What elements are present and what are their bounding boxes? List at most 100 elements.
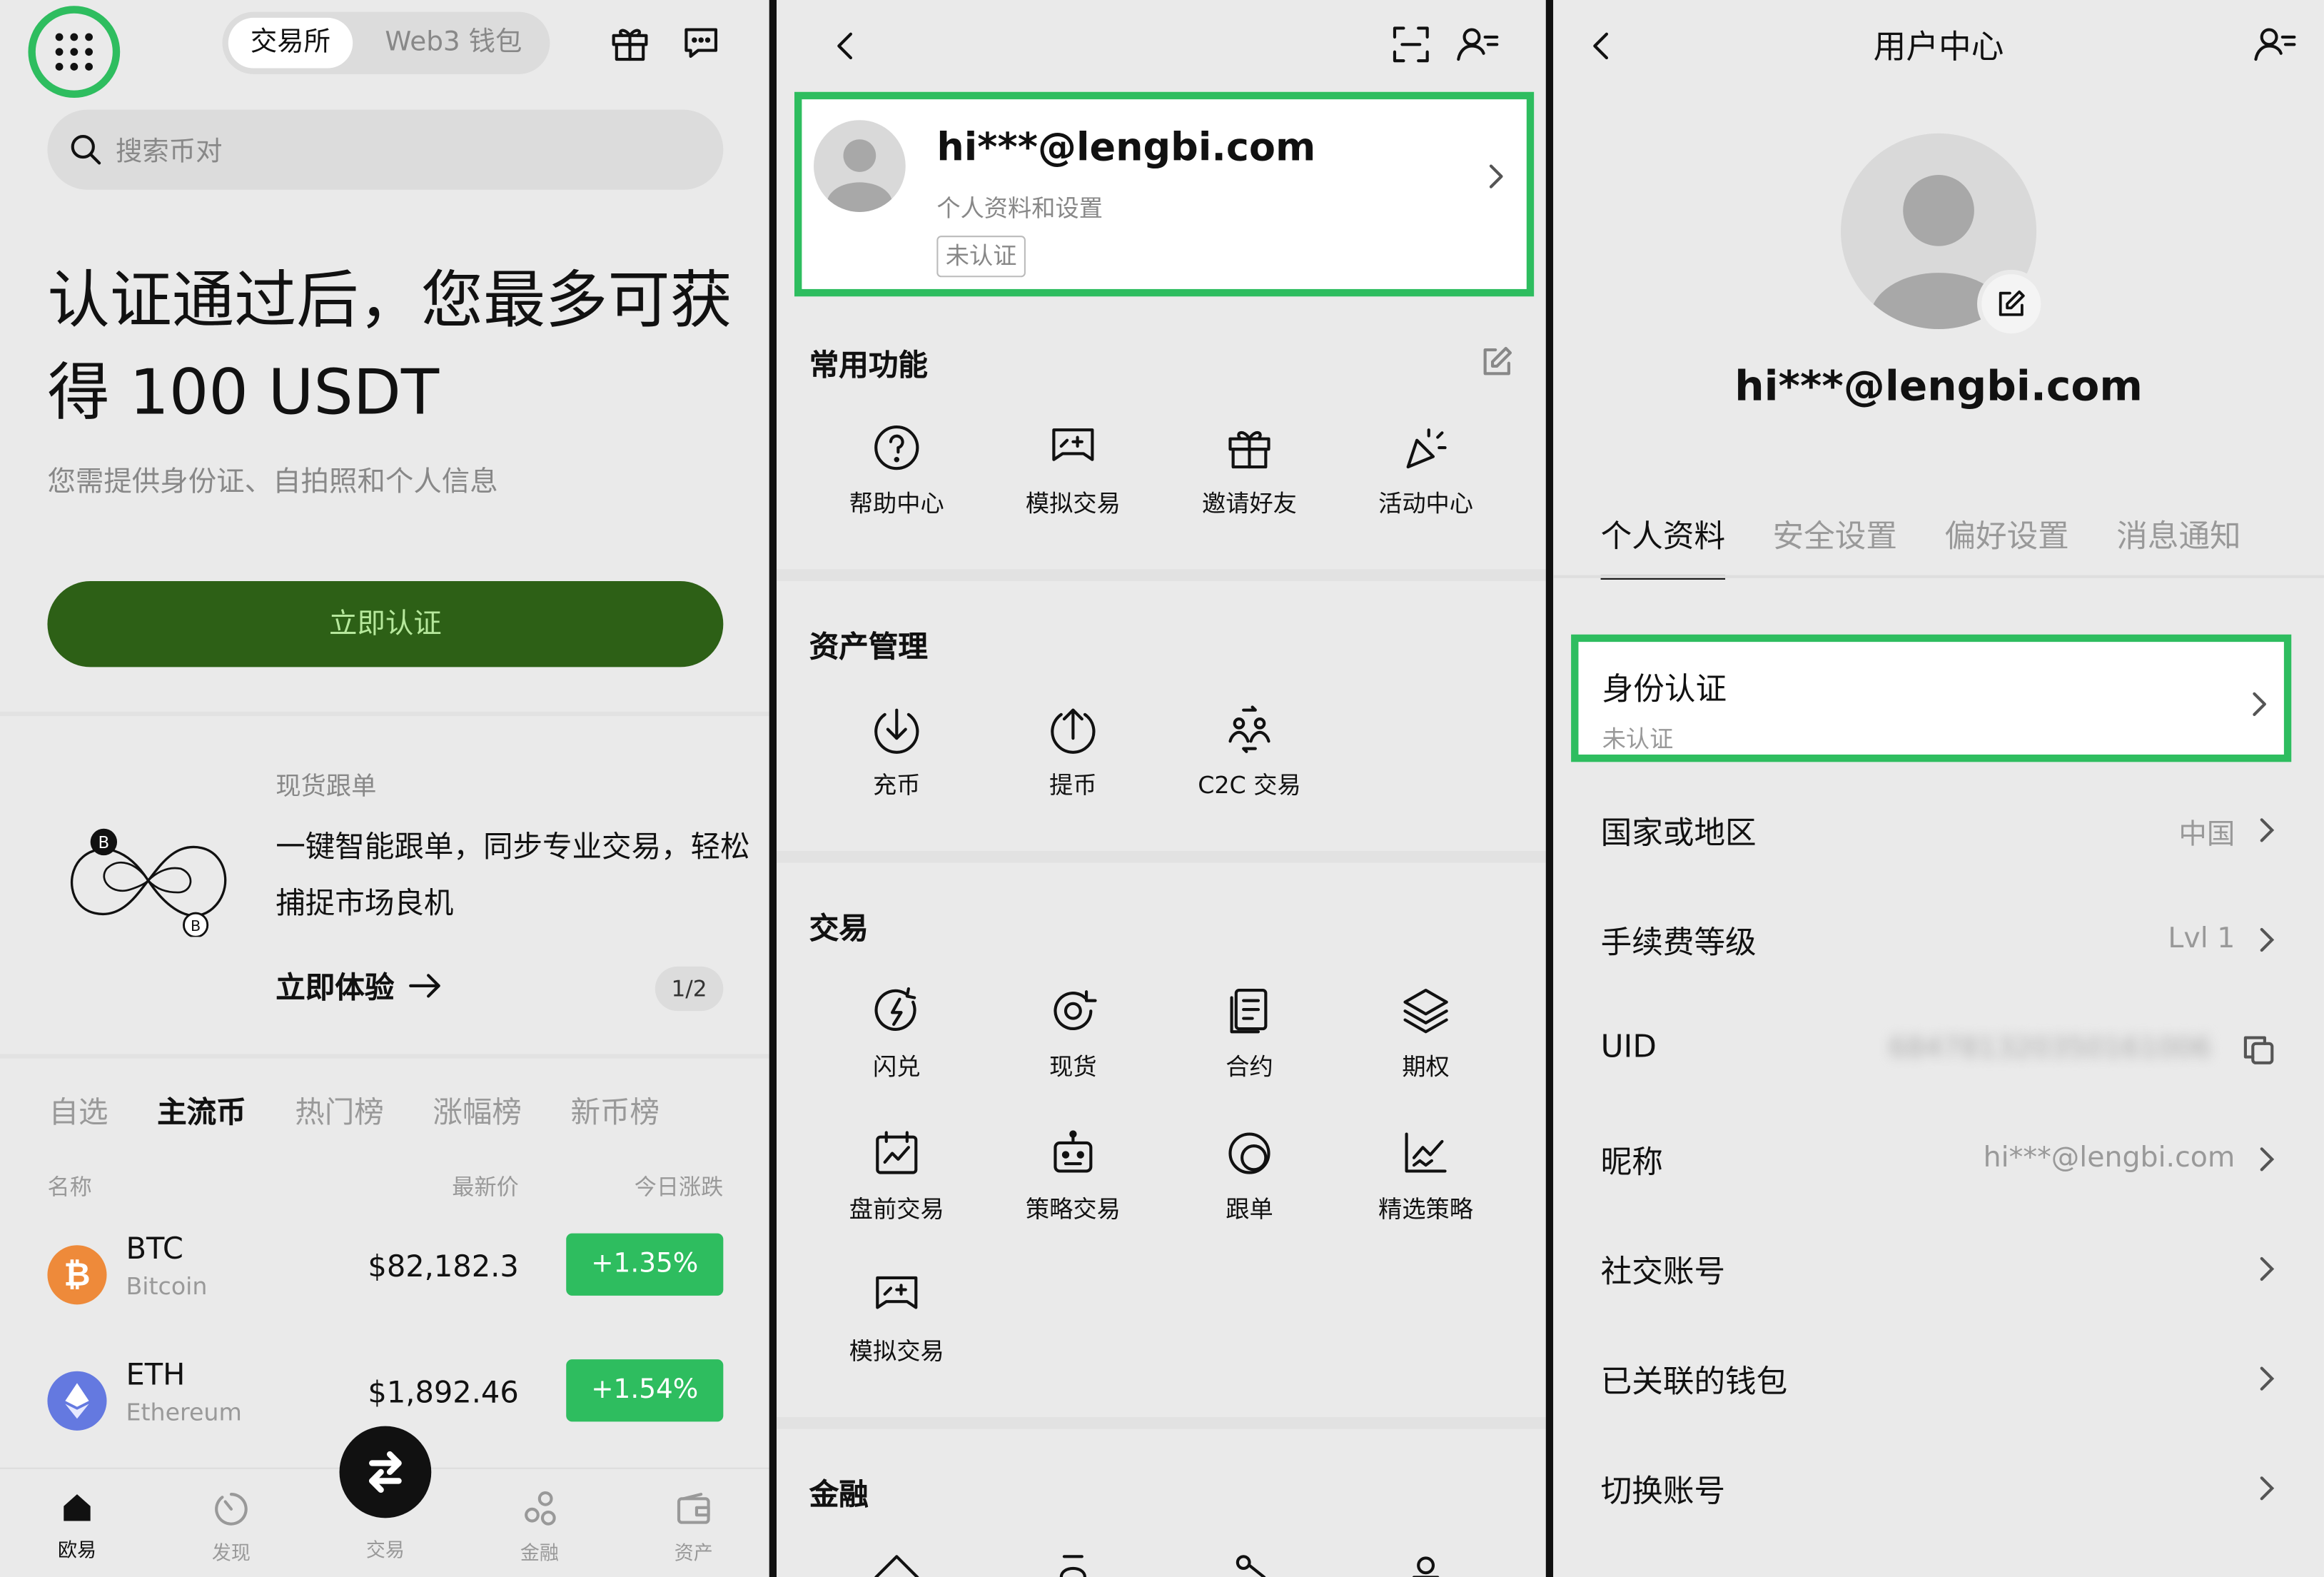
invite-friends-item[interactable]: 邀请好友 (1176, 421, 1324, 519)
scan-button[interactable] (1388, 21, 1435, 68)
grid-label: 期权 (1402, 1052, 1450, 1081)
account-email: hi***@lengbi.com (1734, 361, 2143, 411)
carousel-page-indicator: 1/2 (655, 966, 724, 1012)
nav-finance[interactable]: 金融 (495, 1490, 585, 1566)
avatar (813, 120, 906, 212)
convert-item[interactable]: 闪兑 (822, 984, 971, 1082)
market-row[interactable]: ₿ BTC Bitcoin $82,182.3 +1.35% (47, 1230, 724, 1319)
tab-profile[interactable]: 个人资料 (1600, 513, 1726, 580)
edit-avatar-button[interactable] (1977, 269, 2046, 338)
events-center-item[interactable]: 活动中心 (1352, 421, 1500, 519)
deposit-item[interactable]: 充币 (822, 702, 971, 800)
futures-item[interactable]: 合约 (1176, 984, 1324, 1082)
uid-row: UID 684781320350161006 (1601, 1020, 2277, 1079)
linked-wallets-row[interactable]: 已关联的钱包 (1601, 1349, 2277, 1409)
help-center-item[interactable]: 帮助中心 (822, 421, 971, 519)
try-now-link[interactable]: 立即体验 (276, 964, 445, 1007)
nickname-row[interactable]: 昵称 hi***@lengbi.com (1601, 1129, 2277, 1189)
row-value: Lvl 1 (2168, 922, 2235, 955)
grid-label: 提币 (1049, 770, 1097, 800)
featured-strategies-item[interactable]: 精选策略 (1352, 1127, 1500, 1224)
withdraw-arrow-icon (1051, 708, 1096, 754)
grid-label: 盘前交易 (849, 1194, 944, 1224)
grid-label: 活动中心 (1378, 489, 1474, 518)
col-price: 最新价 (452, 1174, 519, 1201)
tab-notifications[interactable]: 消息通知 (2116, 513, 2240, 579)
copy-trading-item[interactable]: 跟单 (1176, 1127, 1324, 1224)
robot-icon (1054, 1130, 1093, 1173)
apps-menu-button[interactable] (28, 6, 121, 99)
nav-label: 资产 (674, 1543, 713, 1566)
section-divider (777, 569, 1546, 581)
finance-item-icon (1059, 1555, 1087, 1577)
user-center-tabs: 个人资料 安全设置 偏好设置 消息通知 (1600, 513, 2288, 580)
trade-fab-button[interactable] (339, 1426, 432, 1518)
profile-card[interactable]: hi***@lengbi.com 个人资料和设置 未认证 (794, 91, 1535, 297)
messages-button[interactable] (676, 18, 727, 69)
c2c-trade-item[interactable]: C2C 交易 (1176, 702, 1324, 800)
chevron-right-icon (2260, 1147, 2275, 1172)
unverified-badge: 未认证 (936, 236, 1026, 278)
divider (0, 1054, 769, 1059)
spot-item[interactable]: 现货 (999, 984, 1148, 1082)
options-item[interactable]: 期权 (1352, 984, 1500, 1082)
try-now-label: 立即体验 (276, 969, 395, 1005)
coin-name: Ethereum (126, 1398, 242, 1426)
search-input[interactable]: 搜索币对 (47, 109, 724, 190)
country-row[interactable]: 国家或地区 中国 (1601, 800, 2277, 860)
account-switch-button[interactable] (1452, 21, 1503, 68)
swap-arrows-icon (369, 1451, 402, 1493)
tab-mainstream[interactable]: 主流币 (157, 1088, 246, 1131)
row-label: UID (1600, 1029, 1657, 1064)
col-name: 名称 (47, 1174, 92, 1201)
market-tabs: 自选 主流币 热门榜 涨幅榜 新币榜 (49, 1088, 709, 1131)
col-change: 今日涨跌 (634, 1174, 724, 1201)
pre-market-item[interactable]: 盘前交易 (822, 1127, 971, 1224)
tab-hot[interactable]: 热门榜 (295, 1088, 384, 1131)
home-panel: 交易所 Web3 钱包 搜索币对 认证通过后，您最多可获得 100 USDT 您… (0, 0, 769, 1577)
demo-trading-item[interactable]: 模拟交易 (822, 1269, 971, 1366)
account-switch-button[interactable] (2250, 21, 2300, 68)
section-title-trade: 交易 (809, 910, 869, 946)
tab-preferences[interactable]: 偏好设置 (1944, 513, 2068, 579)
nav-assets[interactable]: 资产 (650, 1490, 739, 1566)
nav-okx[interactable]: 欧易 (33, 1490, 122, 1563)
exchange-tab[interactable]: 交易所 (228, 17, 353, 69)
identity-verification-row[interactable]: 身份认证 未认证 (1571, 634, 2292, 762)
nav-discover[interactable]: 发现 (187, 1490, 276, 1566)
grid-label: 帮助中心 (849, 489, 944, 518)
grid-label: 闪兑 (873, 1052, 921, 1081)
account-menu-panel: hi***@lengbi.com 个人资料和设置 未认证 常用功能 帮助中心 模… (777, 0, 1546, 1577)
demo-trading-item[interactable]: 模拟交易 (999, 421, 1148, 519)
trading-bots-item[interactable]: 策略交易 (999, 1127, 1148, 1224)
fee-tier-row[interactable]: 手续费等级 Lvl 1 (1601, 910, 2277, 969)
chevron-right-icon (2253, 692, 2266, 716)
nav-label: 交易 (365, 1540, 405, 1563)
tab-security[interactable]: 安全设置 (1772, 513, 1896, 579)
demo-trading-icon (1052, 428, 1094, 461)
copy-circles-icon (1228, 1132, 1270, 1174)
edit-shortcuts-button[interactable] (1476, 341, 1517, 383)
finance-item-icon (1412, 1556, 1440, 1577)
grid-label: 跟单 (1226, 1194, 1273, 1224)
nav-trade[interactable]: 交易 (341, 1531, 430, 1563)
chevron-right-icon (2260, 1256, 2275, 1281)
search-placeholder: 搜索币对 (115, 136, 223, 168)
search-icon (71, 134, 101, 165)
tab-favorites[interactable]: 自选 (49, 1088, 108, 1131)
svg-text:B: B (191, 917, 201, 934)
row-label: 切换账号 (1600, 1473, 1726, 1509)
back-button[interactable] (824, 24, 869, 68)
row-value: hi***@lengbi.com (1983, 1141, 2235, 1174)
tab-gainers[interactable]: 涨幅榜 (433, 1088, 522, 1131)
copy-icon[interactable] (2241, 1032, 2277, 1067)
web3-wallet-tab[interactable]: Web3 钱包 (365, 18, 542, 69)
verify-now-button[interactable]: 立即认证 (47, 580, 724, 667)
social-accounts-row[interactable]: 社交账号 (1601, 1239, 2277, 1299)
withdraw-item[interactable]: 提币 (999, 702, 1148, 800)
gift-button[interactable] (605, 18, 655, 69)
edit-icon (1483, 346, 1512, 376)
question-circle-icon (874, 425, 919, 470)
switch-account-row[interactable]: 切换账号 (1601, 1458, 2277, 1518)
tab-new-listings[interactable]: 新币榜 (570, 1088, 660, 1131)
